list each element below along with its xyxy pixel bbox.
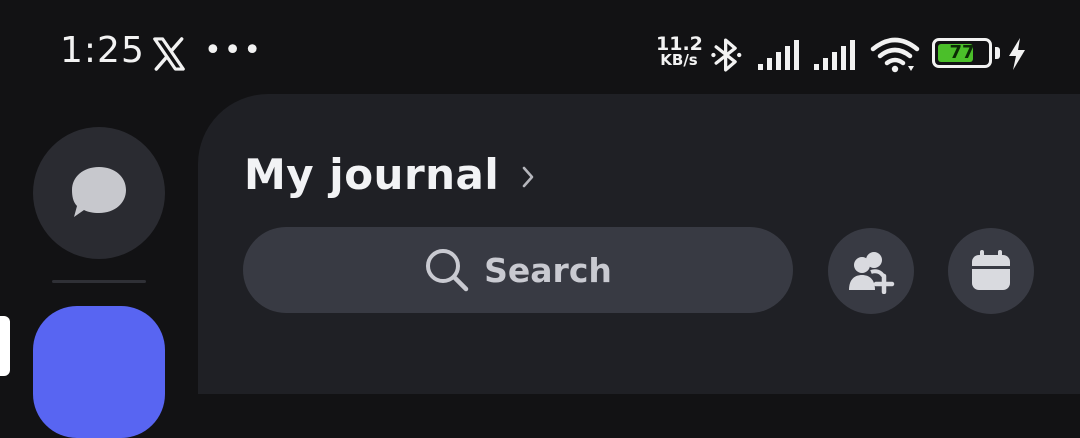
add-friend-button[interactable]	[828, 228, 914, 314]
page-title: My journal	[244, 150, 500, 199]
direct-messages-button[interactable]	[33, 127, 165, 259]
network-speed-unit: KB/s	[660, 51, 698, 69]
search-label: Search	[484, 250, 612, 290]
chevron-right-icon	[523, 166, 534, 187]
add-friend-icon	[849, 252, 895, 294]
search-icon	[426, 249, 469, 292]
wifi-icon	[870, 37, 920, 73]
events-button[interactable]	[948, 228, 1034, 314]
network-speed-value: 11.2	[656, 33, 703, 55]
bluetooth-icon	[711, 38, 742, 72]
signal-icon	[814, 40, 855, 70]
x-icon	[153, 37, 185, 71]
server-header[interactable]: My journal	[244, 150, 535, 199]
charging-icon	[1009, 38, 1025, 70]
more-dots-icon: •••	[204, 33, 264, 68]
search-input[interactable]: Search	[243, 227, 793, 313]
status-bar: 1:25 ••• 11.2 KB/s 77	[0, 0, 1080, 100]
battery-tip	[995, 47, 1000, 59]
chat-bubble-icon	[72, 167, 126, 217]
server-icon[interactable]	[33, 306, 165, 438]
battery-icon: 77	[932, 38, 992, 68]
battery-level: 77	[949, 42, 975, 63]
selected-server-indicator	[0, 316, 10, 376]
signal-icon	[758, 40, 799, 70]
clock: 1:25	[60, 30, 145, 71]
network-speed: 11.2 KB/s	[656, 33, 703, 69]
calendar-icon	[972, 250, 1010, 290]
rail-divider	[52, 280, 146, 283]
